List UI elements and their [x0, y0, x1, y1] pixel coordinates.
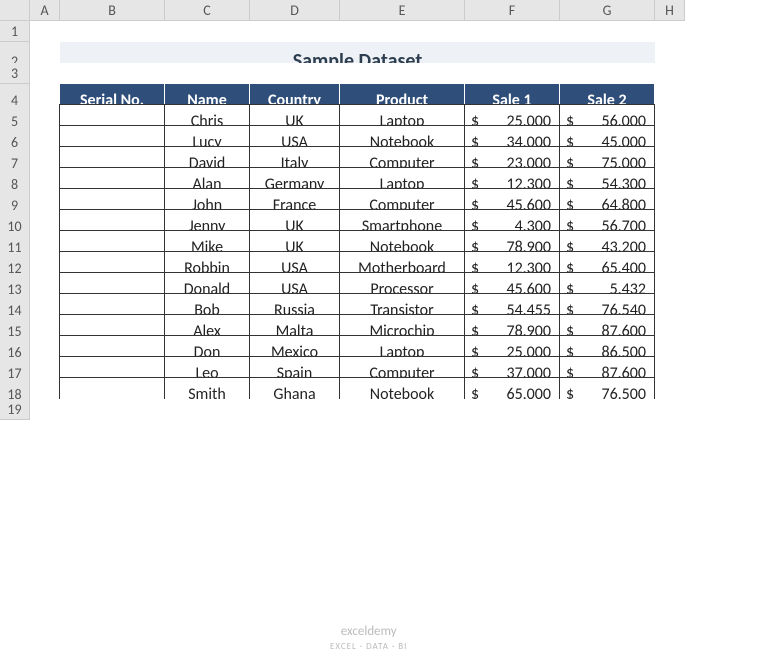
- watermark-line2: EXCEL · DATA · BI: [330, 641, 407, 652]
- col-header-F[interactable]: F: [465, 0, 560, 21]
- empty-cell[interactable]: [30, 63, 60, 84]
- col-header-E[interactable]: E: [340, 0, 465, 21]
- empty-cell[interactable]: [465, 63, 560, 84]
- col-header-A[interactable]: A: [30, 0, 60, 21]
- empty-cell[interactable]: [60, 21, 165, 42]
- empty-cell[interactable]: [30, 21, 60, 42]
- empty-cell[interactable]: [30, 399, 60, 420]
- empty-cell[interactable]: [165, 399, 250, 420]
- empty-cell[interactable]: [340, 63, 465, 84]
- col-header-D[interactable]: D: [250, 0, 340, 21]
- row-header-3[interactable]: 3: [0, 63, 30, 84]
- empty-cell[interactable]: [250, 399, 340, 420]
- empty-cell[interactable]: [165, 63, 250, 84]
- empty-cell[interactable]: [340, 399, 465, 420]
- empty-cell[interactable]: [250, 63, 340, 84]
- empty-cell[interactable]: [655, 399, 685, 420]
- row-header-1[interactable]: 1: [0, 21, 30, 42]
- empty-cell[interactable]: [250, 21, 340, 42]
- col-header-C[interactable]: C: [165, 0, 250, 21]
- empty-cell[interactable]: [340, 21, 465, 42]
- empty-cell[interactable]: [655, 21, 685, 42]
- spreadsheet-grid[interactable]: ABCDEFGH12Sample Dataset34Serial No.Name…: [0, 0, 767, 420]
- empty-cell[interactable]: [655, 63, 685, 84]
- empty-cell[interactable]: [465, 21, 560, 42]
- empty-cell[interactable]: [60, 399, 165, 420]
- col-header-B[interactable]: B: [60, 0, 165, 21]
- watermark: exceldemy EXCEL · DATA · BI: [330, 625, 407, 654]
- empty-cell[interactable]: [165, 21, 250, 42]
- col-header-G[interactable]: G: [560, 0, 655, 21]
- empty-cell[interactable]: [560, 21, 655, 42]
- empty-cell[interactable]: [60, 63, 165, 84]
- select-all-corner[interactable]: [0, 0, 30, 21]
- col-header-H[interactable]: H: [655, 0, 685, 21]
- empty-cell[interactable]: [465, 399, 560, 420]
- empty-cell[interactable]: [560, 399, 655, 420]
- watermark-line1: exceldemy: [341, 624, 397, 639]
- row-header-19[interactable]: 19: [0, 399, 30, 420]
- empty-cell[interactable]: [560, 63, 655, 84]
